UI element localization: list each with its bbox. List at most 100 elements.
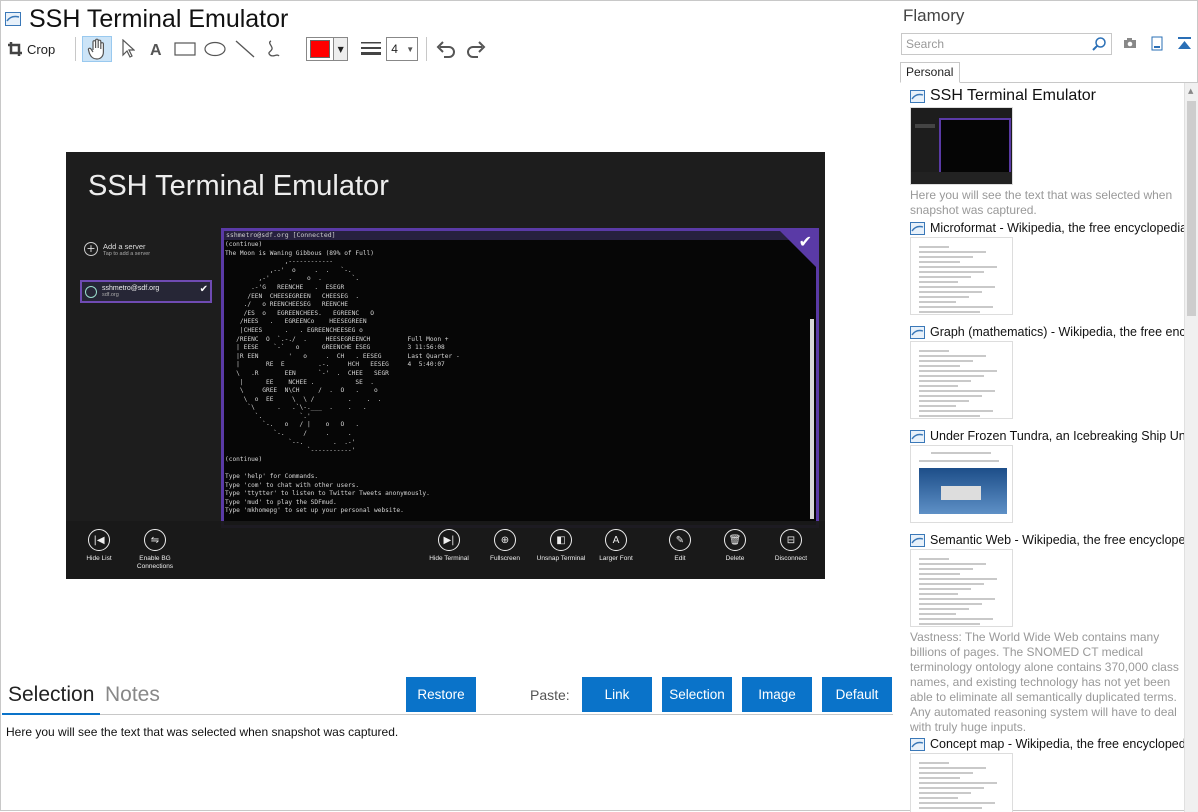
snapshot-thumbnail — [910, 107, 1013, 185]
window-title: SSH Terminal Emulator — [29, 4, 289, 33]
list-item-header: SSH Terminal Emulator — [910, 87, 1184, 105]
sidebar-scrollbar[interactable]: ▲ — [1184, 83, 1198, 812]
list-item[interactable]: Microformat - Wikipedia, the free encycl… — [910, 221, 1184, 315]
list-item-title: Semantic Web - Wikipedia, the free encyc… — [930, 533, 1184, 547]
hide-list-icon: |◀ — [88, 529, 110, 551]
add-server-label: Add a server — [103, 242, 146, 251]
line-width-select[interactable]: 4 ▼ — [386, 37, 419, 61]
pointer-icon — [122, 39, 136, 58]
search-placeholder: Search — [906, 37, 945, 51]
tab-selection[interactable]: Selection — [1, 683, 101, 715]
list-item-title: Under Frozen Tundra, an Icebreaking Ship… — [930, 429, 1184, 443]
crop-icon — [8, 42, 22, 56]
app-window: SSH Terminal Emulator Crop A ▼ 4 ▼ SSH T… — [0, 0, 1198, 812]
hand-icon — [88, 38, 105, 60]
toolbar: Crop A ▼ 4 ▼ — [7, 35, 493, 63]
ellipse-tool-button[interactable] — [202, 36, 228, 62]
search-input[interactable]: Search — [901, 33, 1112, 55]
list-item-header: Semantic Web - Wikipedia, the free encyc… — [910, 533, 1184, 547]
hand-tool-button[interactable] — [82, 36, 113, 62]
list-item-title: Concept map - Wikipedia, the free encycl… — [930, 737, 1184, 751]
paste-default-button[interactable]: Default — [822, 677, 892, 712]
terminal-panel: sshmetro@sdf.org [Connected] (continue) … — [221, 228, 819, 528]
paste-selection-button[interactable]: Selection — [662, 677, 732, 712]
sidebar-title: Flamory — [903, 6, 965, 25]
paste-image-button[interactable]: Image — [742, 677, 812, 712]
list-item[interactable]: Under Frozen Tundra, an Icebreaking Ship… — [910, 429, 1184, 523]
list-item[interactable]: SSH Terminal Emulator Here you will see t… — [910, 87, 1184, 218]
document-icon[interactable] — [1151, 36, 1163, 51]
terminal-output: (continue) The Moon is Waning Gibbous (8… — [225, 241, 460, 515]
tab-personal[interactable]: Personal — [900, 62, 960, 83]
list-item-header: Concept map - Wikipedia, the free encycl… — [910, 737, 1184, 751]
title-bar: SSH Terminal Emulator — [5, 5, 288, 33]
server-host: sdf.org — [102, 292, 119, 298]
page-icon — [910, 429, 925, 443]
add-server-button: + Add a server Tap to add a server — [84, 242, 150, 257]
page-icon — [910, 737, 925, 751]
crop-button[interactable]: Crop — [7, 36, 55, 62]
plus-icon: + — [84, 242, 98, 256]
rectangle-icon — [174, 42, 196, 56]
paste-link-button[interactable]: Link — [582, 677, 652, 712]
appbar-button-label: Hide Terminal — [429, 555, 469, 562]
app-icon — [5, 12, 21, 26]
check-icon: ✔ — [199, 284, 208, 295]
list-item[interactable]: Graph (mathematics) - Wikipedia, the fre… — [910, 325, 1184, 419]
tab-notes[interactable]: Notes — [105, 683, 160, 707]
chevron-down-icon: ▼ — [333, 38, 348, 60]
list-item[interactable]: Concept map - Wikipedia, the free encycl… — [910, 737, 1184, 812]
page-icon — [910, 89, 925, 103]
rectangle-tool-button[interactable] — [172, 36, 198, 62]
snapshot-thumbnail — [910, 237, 1013, 315]
collapse-top-icon[interactable] — [1177, 36, 1192, 51]
appbar-button-label: Edit — [674, 555, 686, 562]
camera-icon[interactable] — [1123, 36, 1137, 50]
selection-text: Here you will see the text that was sele… — [6, 725, 399, 739]
appbar-button-label: Larger Font — [599, 555, 633, 562]
scroll-up-icon[interactable]: ▲ — [1188, 87, 1193, 95]
appbar-button: ▶| Hide Terminal — [420, 529, 478, 563]
appbar-button-label: Unsnap Terminal — [536, 555, 586, 562]
terminal-scrollbar — [810, 319, 814, 519]
chevron-down-icon: ▼ — [406, 44, 415, 54]
appbar-button: ✎ Edit — [651, 529, 709, 563]
page-icon — [910, 325, 925, 339]
list-item-description: Vastness: The World Wide Web contains ma… — [910, 630, 1179, 734]
color-picker[interactable]: ▼ — [306, 37, 349, 61]
server-icon — [85, 285, 97, 298]
edit-icon: ✎ — [669, 529, 691, 551]
list-item-header: Graph (mathematics) - Wikipedia, the fre… — [910, 325, 1184, 339]
search-icon[interactable] — [1091, 36, 1107, 52]
appbar-button-label: Hide List — [86, 555, 112, 562]
page-icon — [910, 221, 925, 235]
undo-button[interactable] — [433, 36, 459, 62]
scrollbar-thumb[interactable] — [1187, 101, 1196, 316]
appbar-button: 🗑 Delete — [706, 529, 764, 563]
redo-button[interactable] — [463, 36, 489, 62]
list-item[interactable]: Semantic Web - Wikipedia, the free encyc… — [910, 533, 1184, 735]
select-tool-button[interactable] — [116, 36, 140, 62]
restore-button[interactable]: Restore — [406, 677, 476, 712]
toolbar-divider — [426, 37, 428, 61]
snapshot-thumbnail — [910, 445, 1013, 523]
freehand-icon — [268, 40, 280, 57]
text-icon: A — [150, 42, 162, 57]
list-item-header: Microformat - Wikipedia, the free encycl… — [910, 221, 1184, 235]
list-item-title: SSH Terminal Emulator — [930, 87, 1096, 104]
toolbar-divider — [75, 37, 77, 61]
line-tool-button[interactable] — [232, 36, 258, 62]
line-width-picker[interactable]: 4 ▼ — [360, 37, 419, 61]
delete-icon: 🗑 — [724, 529, 746, 551]
line-icon — [235, 40, 255, 58]
snapshot-thumbnail — [910, 341, 1013, 419]
appbar-button-label: Delete — [725, 555, 745, 562]
hide-terminal-icon: ▶| — [438, 529, 460, 551]
appbar-button: A Larger Font — [587, 529, 645, 563]
snapshot-app-bar: |◀ Hide List ⇋ Enable BG Connections ▶| Hide … — [66, 521, 825, 579]
appbar-button: |◀ Hide List — [70, 529, 128, 563]
text-tool-button[interactable]: A — [144, 36, 168, 62]
appbar-button: ⊕ Fullscreen — [476, 529, 534, 563]
freehand-tool-button[interactable] — [262, 36, 288, 62]
list-item-header: Under Frozen Tundra, an Icebreaking Ship… — [910, 429, 1184, 443]
